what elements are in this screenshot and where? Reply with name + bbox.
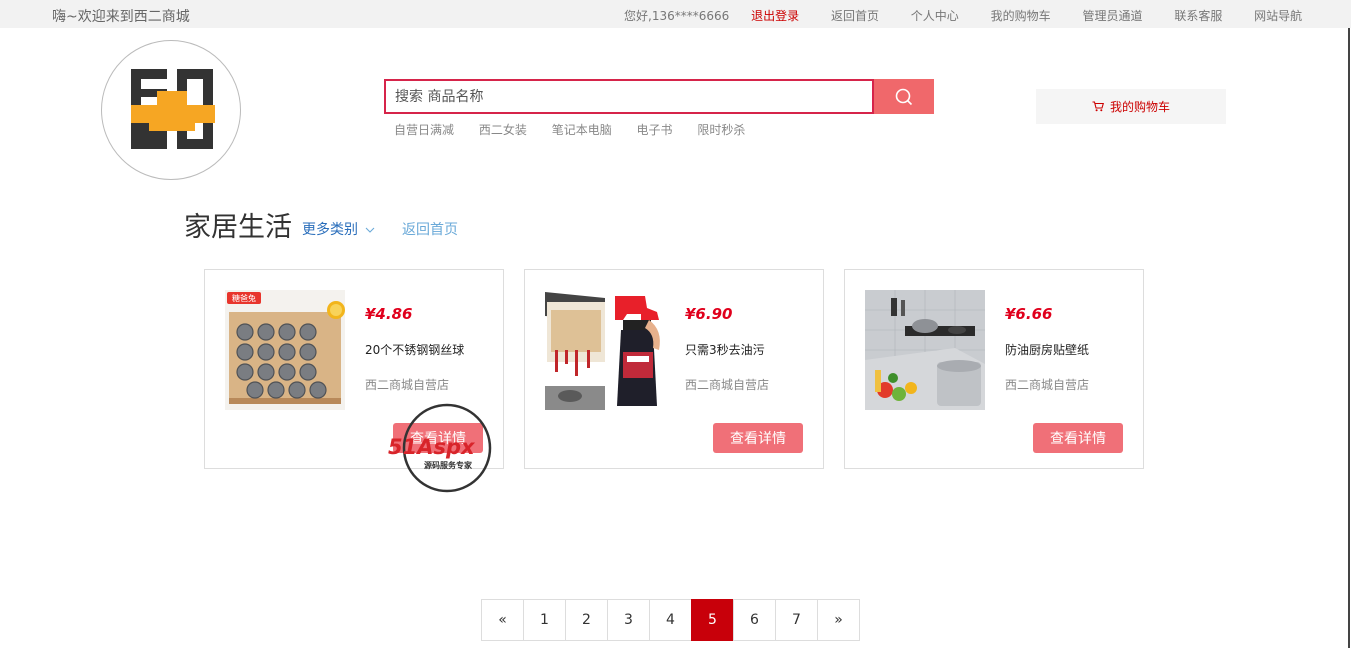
product-name[interactable]: 防油厨房贴壁纸 bbox=[1005, 341, 1089, 358]
page-button[interactable]: 1 bbox=[523, 599, 566, 641]
page-button[interactable]: 7 bbox=[775, 599, 818, 641]
product-price: ¥6.66 bbox=[1005, 305, 1053, 323]
page-button[interactable]: 3 bbox=[607, 599, 650, 641]
cart-label: 我的购物车 bbox=[1109, 100, 1170, 114]
product-card: 糖爸兔 ¥4.86 20个不锈钢钢丝球 西二商城自营店 查看详情 bbox=[204, 269, 504, 469]
view-detail-button[interactable]: 查看详情 bbox=[1033, 423, 1123, 453]
nav-profile-link[interactable]: 个人中心 bbox=[911, 9, 959, 23]
hot-link[interactable]: 笔记本电脑 bbox=[552, 123, 612, 137]
hot-link[interactable]: 西二女装 bbox=[479, 123, 527, 137]
next-page-button[interactable]: » bbox=[817, 599, 860, 641]
search-icon bbox=[895, 88, 913, 105]
product-price: ¥6.90 bbox=[685, 305, 733, 323]
page-button[interactable]: 6 bbox=[733, 599, 776, 641]
welcome-text: 嗨~欢迎来到西二商城 bbox=[52, 9, 190, 25]
steel-wool-image: 糖爸兔 bbox=[225, 290, 345, 410]
hot-link[interactable]: 限时秒杀 bbox=[697, 123, 745, 137]
top-links: 您好,136****6666 退出登录 返回首页 个人中心 我的购物车 管理员通… bbox=[624, 7, 1330, 24]
product-name[interactable]: 20个不锈钢钢丝球 bbox=[365, 341, 464, 358]
back-home-link[interactable]: 返回首页 bbox=[402, 219, 458, 239]
nav-cart-link[interactable]: 我的购物车 bbox=[991, 9, 1051, 23]
degreaser-spray-image bbox=[545, 290, 665, 410]
logo-mark-icon bbox=[131, 69, 215, 149]
search-button[interactable] bbox=[874, 79, 934, 114]
hot-link[interactable]: 自营日满减 bbox=[394, 123, 454, 137]
product-image-wallpaper[interactable] bbox=[865, 290, 985, 410]
page-button[interactable]: 2 bbox=[565, 599, 608, 641]
nav-admin-link[interactable]: 管理员通道 bbox=[1082, 9, 1142, 23]
site-logo[interactable] bbox=[101, 40, 241, 180]
page-edge-line bbox=[1348, 28, 1350, 648]
product-tag: 糖爸兔 bbox=[232, 293, 256, 303]
search-input[interactable] bbox=[386, 81, 872, 112]
product-card: ¥6.90 只需3秒去油污 西二商城自营店 查看详情 bbox=[524, 269, 824, 469]
product-image-steel-wool[interactable]: 糖爸兔 bbox=[225, 290, 345, 410]
user-greeting: 您好,136****6666 bbox=[624, 9, 730, 23]
logout-link[interactable]: 退出登录 bbox=[751, 9, 799, 23]
more-categories-label: 更多类别 bbox=[302, 222, 358, 238]
view-detail-button[interactable]: 查看详情 bbox=[393, 423, 483, 453]
product-image-degreaser[interactable] bbox=[545, 290, 665, 410]
product-card: ¥6.66 防油厨房贴壁纸 西二商城自营店 查看详情 bbox=[844, 269, 1144, 469]
prev-page-button[interactable]: « bbox=[481, 599, 524, 641]
top-bar: 嗨~欢迎来到西二商城 您好,136****6666 退出登录 返回首页 个人中心… bbox=[0, 0, 1351, 28]
nav-home-link[interactable]: 返回首页 bbox=[831, 9, 879, 23]
pagination: « 1 2 3 4 5 6 7 » bbox=[481, 599, 860, 641]
page-button[interactable]: 4 bbox=[649, 599, 692, 641]
product-name[interactable]: 只需3秒去油污 bbox=[685, 341, 765, 358]
product-shop: 西二商城自营店 bbox=[685, 378, 770, 392]
product-shop: 西二商城自营店 bbox=[1005, 378, 1090, 392]
nav-service-link[interactable]: 联系客服 bbox=[1174, 9, 1222, 23]
cart-icon bbox=[1092, 101, 1104, 112]
product-shop: 西二商城自营店 bbox=[365, 378, 450, 392]
page-button-current[interactable]: 5 bbox=[691, 599, 734, 641]
oil-proof-wallpaper-image bbox=[865, 290, 985, 410]
search-box bbox=[384, 79, 874, 114]
hot-search-links: 自营日满减 西二女装 笔记本电脑 电子书 限时秒杀 bbox=[394, 121, 766, 138]
category-title: 家居生活 bbox=[184, 212, 292, 243]
cart-button[interactable]: 我的购物车 bbox=[1036, 89, 1226, 124]
chevron-down-icon bbox=[366, 227, 375, 233]
nav-sitemap-link[interactable]: 网站导航 bbox=[1254, 9, 1302, 23]
product-price: ¥4.86 bbox=[365, 305, 413, 323]
more-categories-dropdown[interactable]: 更多类别 bbox=[302, 219, 375, 239]
view-detail-button[interactable]: 查看详情 bbox=[713, 423, 803, 453]
hot-link[interactable]: 电子书 bbox=[637, 123, 673, 137]
